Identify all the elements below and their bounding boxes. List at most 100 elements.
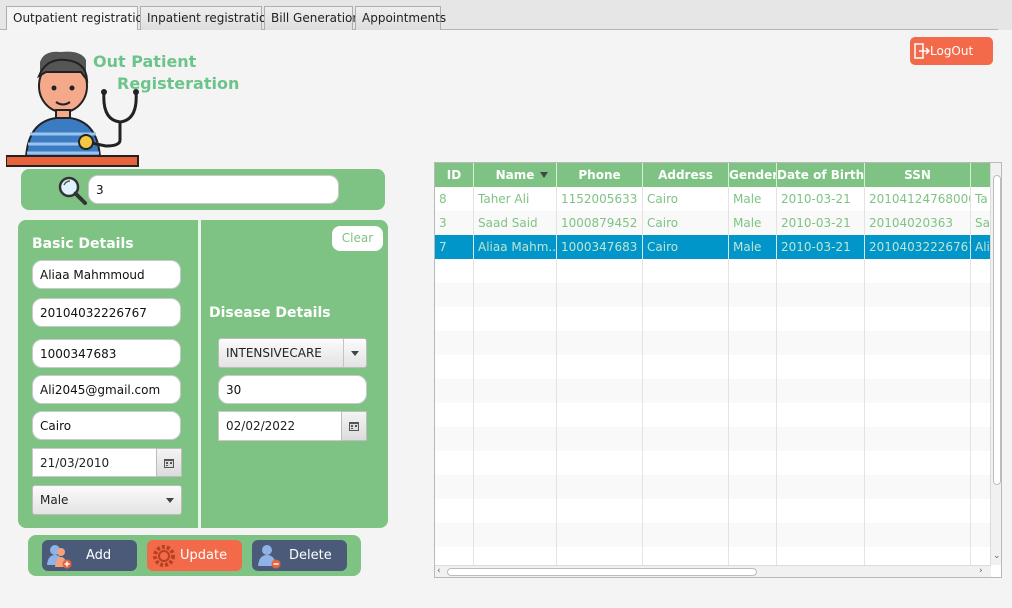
- table-row-selected[interactable]: 7 Aliaa Mahm... 1000347683 Cairo Male 20…: [435, 235, 991, 259]
- clear-button[interactable]: Clear: [332, 226, 383, 251]
- empty-cell: [777, 331, 865, 355]
- search-input[interactable]: 3: [88, 175, 339, 204]
- vertical-scrollbar[interactable]: ⌄: [990, 163, 1001, 565]
- empty-cell: [474, 451, 557, 475]
- empty-cell: [777, 307, 865, 331]
- tab-inpatient-registration[interactable]: Inpatient registration: [140, 6, 274, 30]
- empty-cell: [643, 307, 729, 331]
- column-header-name[interactable]: Name: [474, 163, 557, 187]
- empty-cell: [557, 499, 643, 523]
- vertical-scroll-thumb[interactable]: [993, 175, 1001, 485]
- empty-cell: [729, 283, 777, 307]
- admission-calendar-button[interactable]: [341, 411, 367, 441]
- empty-cell: [435, 259, 474, 283]
- disease-value-field[interactable]: 30: [218, 375, 367, 404]
- admission-date-field[interactable]: 02/02/2022: [218, 411, 342, 441]
- panel-divider: [198, 220, 201, 528]
- horizontal-scrollbar[interactable]: ‹ ›: [435, 565, 991, 577]
- basic-details-title: Basic Details: [32, 236, 134, 252]
- column-header-address[interactable]: Address: [643, 163, 729, 187]
- cell-ssn: 20104032226767: [865, 235, 971, 259]
- empty-cell: [971, 499, 991, 523]
- page-title-line1: Out Patient: [93, 52, 197, 71]
- gender-value: Male: [40, 493, 69, 507]
- horizontal-scroll-thumb[interactable]: [447, 568, 757, 576]
- empty-table-row: [435, 283, 991, 307]
- logout-button[interactable]: LogOut: [910, 37, 993, 65]
- dob-calendar-button[interactable]: [156, 448, 182, 477]
- cell-name: Taher Ali: [474, 187, 557, 211]
- empty-cell: [435, 355, 474, 379]
- patients-table[interactable]: ID Name Phone Address Gender Date of Bir…: [434, 162, 1002, 578]
- empty-table-row: [435, 427, 991, 451]
- empty-cell: [474, 355, 557, 379]
- add-label: Add: [86, 548, 112, 563]
- column-header-phone[interactable]: Phone: [557, 163, 643, 187]
- tab-outpatient-registration[interactable]: Outpatient registration: [6, 6, 151, 31]
- empty-cell: [865, 259, 971, 283]
- empty-cell: [865, 475, 971, 499]
- empty-cell: [643, 283, 729, 307]
- column-header-extra[interactable]: [971, 163, 991, 187]
- dob-picker-field[interactable]: 21/03/2010: [32, 448, 157, 477]
- column-header-dob[interactable]: Date of Birth: [777, 163, 865, 187]
- cell-name: Saad Said: [474, 211, 557, 235]
- empty-table-row: [435, 475, 991, 499]
- empty-cell: [971, 451, 991, 475]
- empty-cell: [435, 427, 474, 451]
- gear-icon: [153, 545, 175, 567]
- empty-cell: [729, 427, 777, 451]
- gender-select[interactable]: Male: [32, 485, 182, 515]
- name-field[interactable]: Aliaa Mahmmoud: [32, 260, 181, 289]
- column-header-ssn[interactable]: SSN: [865, 163, 971, 187]
- table-row[interactable]: 3 Saad Said 1000879452 Cairo Male 2010-0…: [435, 211, 991, 235]
- cell-ssn: 20104020363: [865, 211, 971, 235]
- dob-value: 21/03/2010: [40, 455, 110, 470]
- cell-dob: 2010-03-21: [777, 235, 865, 259]
- page-title-line2: Registeration: [117, 74, 240, 93]
- phone-field[interactable]: 1000347683: [32, 339, 181, 368]
- empty-cell: [777, 403, 865, 427]
- empty-table-row: [435, 499, 991, 523]
- ssn-field[interactable]: 20104032226767: [32, 298, 181, 327]
- empty-cell: [971, 307, 991, 331]
- empty-cell: [435, 523, 474, 547]
- empty-cell: [474, 499, 557, 523]
- scroll-right-icon[interactable]: ›: [979, 566, 983, 576]
- sort-descending-icon: [540, 172, 548, 178]
- calendar-icon: [349, 422, 359, 431]
- empty-cell: [971, 283, 991, 307]
- delete-button[interactable]: Delete: [252, 540, 347, 571]
- cell-id: 8: [435, 187, 474, 211]
- email-value: Ali2045@gmail.com: [40, 382, 161, 397]
- empty-cell: [435, 379, 474, 403]
- scroll-left-icon[interactable]: ‹: [437, 566, 441, 576]
- cell-phone: 1000347683: [557, 235, 643, 259]
- empty-cell: [643, 451, 729, 475]
- empty-cell: [729, 499, 777, 523]
- update-button[interactable]: Update: [147, 540, 242, 571]
- empty-cell: [557, 259, 643, 283]
- column-header-id[interactable]: ID: [435, 163, 474, 187]
- empty-cell: [971, 475, 991, 499]
- empty-cell: [729, 451, 777, 475]
- disease-value: 30: [226, 382, 242, 397]
- email-field[interactable]: Ali2045@gmail.com: [32, 375, 181, 404]
- tab-bill-generation[interactable]: Bill Generation: [264, 6, 360, 30]
- add-button[interactable]: Add: [42, 540, 137, 571]
- delete-label: Delete: [289, 548, 332, 563]
- tab-appointments[interactable]: Appointments: [355, 6, 446, 30]
- empty-cell: [557, 475, 643, 499]
- empty-cell: [729, 403, 777, 427]
- empty-cell: [474, 427, 557, 451]
- cell-phone: 1152005633: [557, 187, 643, 211]
- cell-gender: Male: [729, 187, 777, 211]
- address-value: Cairo: [40, 418, 72, 433]
- table-row[interactable]: 8 Taher Ali 1152005633 Cairo Male 2010-0…: [435, 187, 991, 211]
- address-field[interactable]: Cairo: [32, 411, 181, 440]
- column-header-gender[interactable]: Gender: [729, 163, 777, 187]
- disease-type-select[interactable]: INTENSIVECARE: [218, 338, 367, 368]
- scroll-down-icon[interactable]: ⌄: [993, 551, 1001, 561]
- empty-cell: [435, 331, 474, 355]
- cell-dob: 2010-03-21: [777, 211, 865, 235]
